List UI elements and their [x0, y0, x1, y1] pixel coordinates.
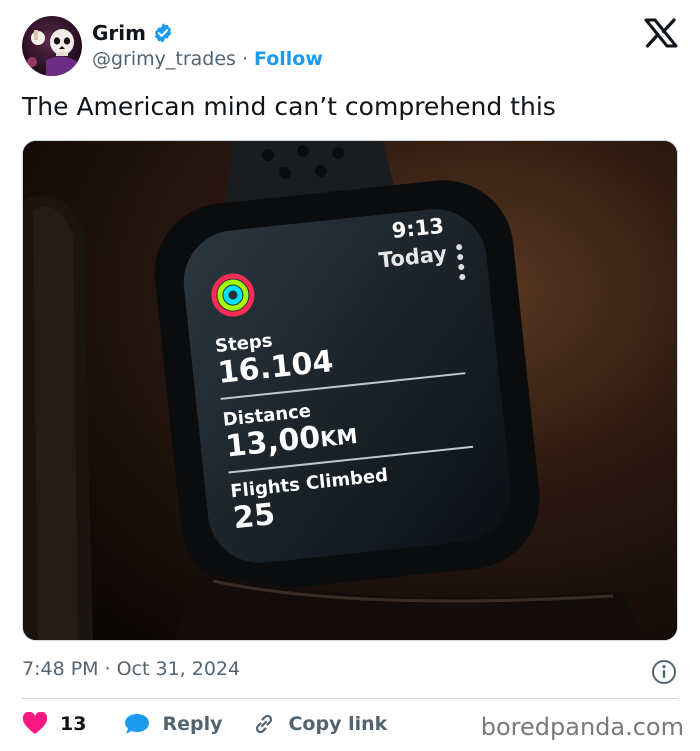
- page-dots-icon: [455, 243, 466, 281]
- tweet-date: Oct 31, 2024: [116, 658, 241, 680]
- copy-link-button[interactable]: Copy link: [252, 712, 387, 736]
- reply-button[interactable]: Reply: [124, 712, 222, 736]
- like-count: 13: [60, 713, 87, 735]
- watermark: boredpanda.com: [480, 713, 684, 741]
- action-bar: 13 Reply Copy link: [22, 708, 387, 740]
- verified-badge-icon: [154, 23, 172, 43]
- skull-avatar-icon: [27, 29, 78, 76]
- x-logo-icon[interactable]: [644, 18, 678, 48]
- watch-time: 9:13: [390, 213, 446, 244]
- info-icon[interactable]: [651, 659, 677, 685]
- reply-bubble-icon: [125, 714, 150, 734]
- link-icon: [256, 714, 273, 734]
- separator: ·: [241, 48, 249, 70]
- tweet-text: The American mind can’t comprehend this: [22, 92, 556, 121]
- copy-link-label: Copy link: [288, 713, 388, 735]
- reply-label: Reply: [162, 713, 223, 735]
- author-name-row[interactable]: Grim: [92, 21, 174, 45]
- activity-rings-icon: [211, 273, 255, 317]
- watch-day: Today: [377, 241, 449, 273]
- avatar[interactable]: [22, 16, 82, 76]
- heart-icon: [22, 712, 48, 734]
- author-handle[interactable]: @grimy_trades: [92, 48, 236, 70]
- distance-unit: KM: [319, 423, 359, 452]
- author-name[interactable]: Grim: [92, 21, 146, 45]
- like-button[interactable]: 13: [22, 712, 86, 736]
- handle-row: @grimy_trades · Follow: [92, 48, 323, 70]
- tweet-time: 7:48 PM: [22, 658, 99, 680]
- flights-value: 25: [231, 496, 277, 537]
- tweet-photo[interactable]: 9:13 Today Steps 16.104 Distance 13,00 K…: [22, 140, 678, 641]
- footer-divider: [22, 698, 678, 699]
- separator: ·: [104, 658, 111, 680]
- tweet-timestamp[interactable]: 7:48 PM · Oct 31, 2024: [22, 658, 240, 680]
- follow-button[interactable]: Follow: [254, 48, 323, 70]
- watch-screen: 9:13 Today Steps 16.104 Distance 13,00 K…: [177, 196, 510, 556]
